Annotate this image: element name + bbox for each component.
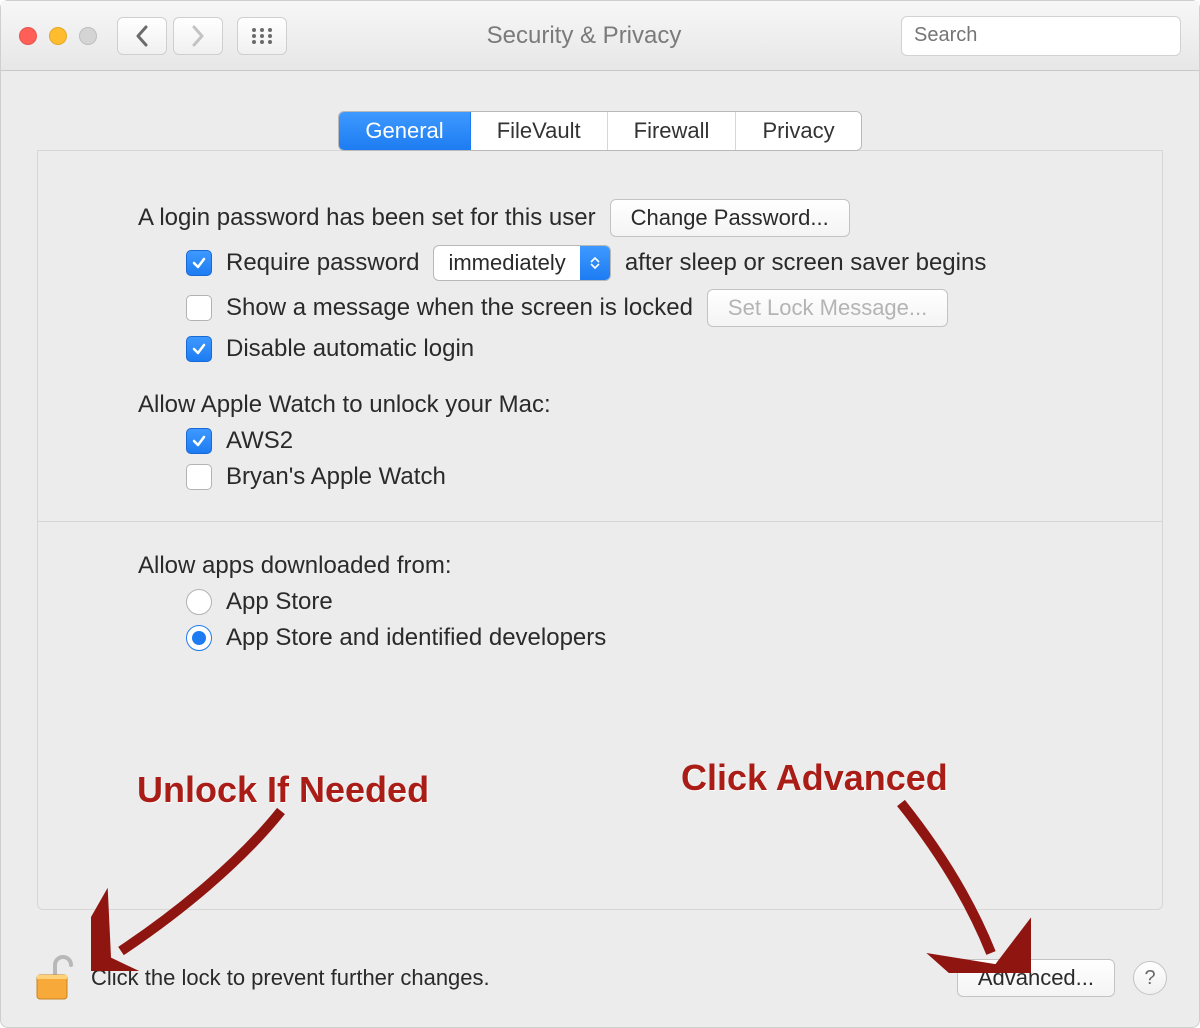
tab-privacy[interactable]: Privacy [736, 112, 860, 150]
grid-icon [251, 27, 273, 45]
disable-auto-login-checkbox[interactable] [186, 336, 212, 362]
set-lock-message-button[interactable]: Set Lock Message... [707, 289, 948, 327]
search-input[interactable] [914, 24, 1179, 47]
lock-icon[interactable] [33, 953, 73, 1003]
help-button[interactable]: ? [1133, 961, 1167, 995]
nav-forward-button[interactable] [173, 17, 223, 55]
search-field[interactable] [901, 16, 1181, 56]
footer: Click the lock to prevent further change… [1, 933, 1199, 1027]
minimize-button[interactable] [49, 27, 67, 45]
window-title: Security & Privacy [287, 22, 881, 50]
annotation-unlock-text: Unlock If Needed [137, 769, 429, 811]
preferences-window: Security & Privacy General FileVault Fir… [0, 0, 1200, 1028]
advanced-button[interactable]: Advanced... [957, 959, 1115, 997]
nav-back-button[interactable] [117, 17, 167, 55]
annotation-advanced-text: Click Advanced [681, 757, 948, 799]
tab-bar: General FileVault Firewall Privacy [338, 111, 861, 151]
tab-firewall[interactable]: Firewall [608, 112, 737, 150]
allow-app-store-radio[interactable] [186, 589, 212, 615]
check-icon [191, 433, 207, 449]
show-lock-message-label: Show a message when the screen is locked [226, 294, 693, 322]
require-password-delay-value: immediately [434, 250, 579, 276]
after-sleep-text: after sleep or screen saver begins [625, 249, 987, 277]
require-password-label: Require password [226, 249, 419, 277]
watch-aws2-label: AWS2 [226, 427, 293, 455]
tab-filevault[interactable]: FileVault [471, 112, 608, 150]
require-password-checkbox[interactable] [186, 250, 212, 276]
show-lock-message-checkbox[interactable] [186, 295, 212, 321]
watch-bryans-label: Bryan's Apple Watch [226, 463, 446, 491]
change-password-button[interactable]: Change Password... [610, 199, 850, 237]
allow-app-store-label: App Store [226, 588, 333, 616]
zoom-button[interactable] [79, 27, 97, 45]
chevron-right-icon [190, 25, 206, 47]
traffic-lights [19, 27, 97, 45]
allow-app-store-dev-label: App Store and identified developers [226, 624, 606, 652]
show-all-button[interactable] [237, 17, 287, 55]
tab-general[interactable]: General [339, 112, 470, 150]
require-password-delay-select[interactable]: immediately [433, 245, 610, 281]
allow-app-store-dev-radio[interactable] [186, 625, 212, 651]
check-icon [191, 341, 207, 357]
apple-watch-heading: Allow Apple Watch to unlock your Mac: [138, 391, 551, 419]
updown-icon [580, 246, 610, 280]
titlebar: Security & Privacy [1, 1, 1199, 71]
login-password-text: A login password has been set for this u… [138, 204, 596, 232]
close-button[interactable] [19, 27, 37, 45]
check-icon [191, 255, 207, 271]
lock-text: Click the lock to prevent further change… [91, 965, 490, 991]
allow-apps-heading: Allow apps downloaded from: [138, 552, 452, 580]
separator [38, 521, 1162, 522]
disable-auto-login-label: Disable automatic login [226, 335, 474, 363]
chevron-left-icon [134, 25, 150, 47]
watch-aws2-checkbox[interactable] [186, 428, 212, 454]
watch-bryans-checkbox[interactable] [186, 464, 212, 490]
